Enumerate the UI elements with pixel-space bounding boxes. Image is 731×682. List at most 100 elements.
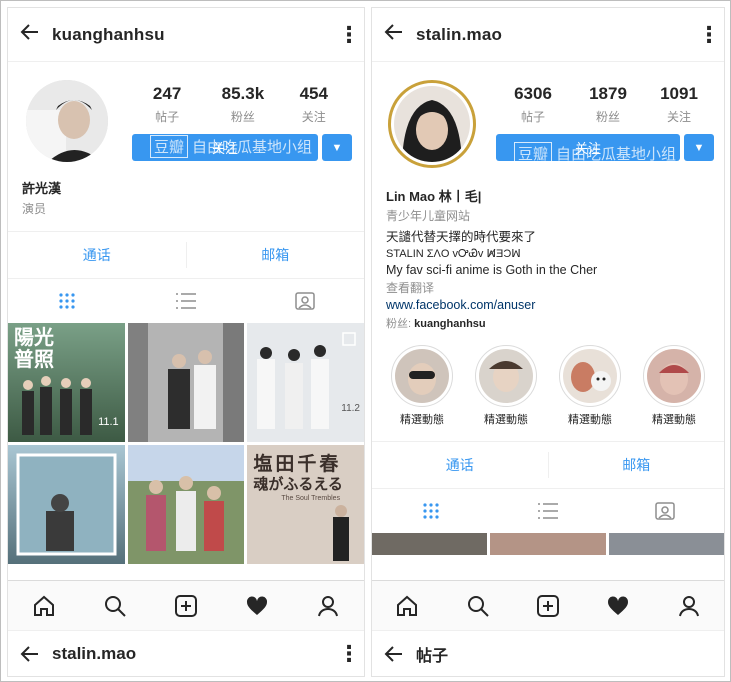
- see-translation-link[interactable]: 查看翻译: [386, 279, 724, 296]
- stat-number: 6306: [514, 84, 552, 103]
- stat-number: 454: [299, 84, 328, 103]
- stats-row: 247 帖子 85.3k 粉丝 454 关注: [128, 84, 348, 125]
- back-arrow-icon[interactable]: [8, 22, 52, 48]
- grid-icon: [59, 293, 75, 309]
- followed-by[interactable]: 粉丝: kuanghanhsu: [386, 315, 724, 331]
- back-arrow-icon[interactable]: [372, 22, 416, 48]
- bottom-nav: [8, 580, 364, 630]
- stat-label: 帖子: [520, 110, 545, 124]
- stat-label: 帖子: [155, 110, 180, 124]
- highlight-caption: 精選動態: [652, 414, 696, 426]
- post-thumbnail[interactable]: [490, 533, 606, 555]
- tab-grid[interactable]: [8, 291, 127, 311]
- poster-date: 11.2: [341, 403, 360, 414]
- stat-number: 85.3k: [221, 84, 265, 103]
- chevron-down-icon: ▼: [693, 141, 705, 154]
- heart-icon[interactable]: [245, 594, 269, 618]
- bio-line: STALIN ΣΛO vᎤᏯv ꟽ̸ƎƆꟽ: [386, 248, 521, 260]
- highlight-item[interactable]: 精選動態: [469, 345, 543, 427]
- more-options-icon[interactable]: ⋮: [694, 22, 724, 48]
- back-arrow-icon[interactable]: [8, 644, 52, 664]
- post-grid: 陽光普照 11.1 11.2 塩田千春 魂がふるえる The Soul Trem…: [8, 323, 364, 564]
- stat-followers[interactable]: 1879 粉丝: [572, 84, 644, 125]
- right-profile-screen: stalin.mao ⋮ 6306 帖子 1879 粉丝 1091 关注 关注 …: [371, 7, 725, 677]
- post-thumbnail[interactable]: [127, 445, 245, 564]
- email-button[interactable]: 邮箱: [549, 455, 725, 475]
- add-post-icon[interactable]: [536, 594, 560, 618]
- follow-label: 关注: [211, 141, 238, 156]
- call-button[interactable]: 通话: [8, 245, 186, 265]
- highlight-item[interactable]: 精選動態: [553, 345, 627, 427]
- avatar[interactable]: [26, 80, 108, 162]
- post-thumbnail[interactable]: [8, 445, 125, 564]
- email-button[interactable]: 邮箱: [187, 245, 365, 265]
- bio-line: 天譴代替天擇的時代要來了: [386, 230, 537, 244]
- suggestions-dropdown-button[interactable]: ▼: [684, 134, 714, 161]
- heart-icon[interactable]: [606, 594, 630, 618]
- more-options-icon[interactable]: ⋮: [334, 641, 364, 667]
- home-icon[interactable]: [395, 594, 419, 618]
- call-button[interactable]: 通话: [372, 455, 548, 475]
- highlight-caption: 精選動態: [568, 414, 612, 426]
- more-options-icon[interactable]: ⋮: [334, 22, 364, 48]
- chevron-down-icon: ▼: [331, 141, 343, 154]
- stat-posts[interactable]: 6306 帖子: [494, 84, 572, 125]
- post-thumbnail[interactable]: [372, 533, 488, 555]
- follow-button[interactable]: 关注: [496, 134, 680, 161]
- bio-line: My fav sci-fi anime is Goth in the Cher: [386, 263, 598, 277]
- website-link[interactable]: www.facebook.com/anuser: [386, 298, 724, 312]
- stat-posts[interactable]: 247 帖子: [128, 84, 206, 125]
- category-label: 演员: [22, 202, 47, 216]
- profile-tabs: [372, 489, 724, 533]
- stat-label: 关注: [301, 110, 326, 124]
- search-icon[interactable]: [466, 594, 490, 618]
- left-profile-screen: kuanghanhsu ⋮ 247 帖子 85.3k 粉丝 454 关注 关注 …: [7, 7, 365, 677]
- stat-number: 1091: [660, 84, 698, 103]
- post-thumbnail[interactable]: [608, 533, 724, 555]
- username-title: kuanghanhsu: [52, 24, 165, 44]
- profile-icon[interactable]: [316, 594, 340, 618]
- tab-grid[interactable]: [372, 501, 489, 521]
- followed-by-prefix: 粉丝:: [386, 318, 412, 330]
- back-arrow-icon[interactable]: [372, 644, 416, 664]
- bio: Lin Mao 林丨毛| 青少年儿童网站 天譴代替天擇的時代要來了 STALIN…: [372, 186, 724, 331]
- page: kuanghanhsu ⋮ 247 帖子 85.3k 粉丝 454 关注 关注 …: [0, 0, 731, 682]
- post-thumbnail[interactable]: 陽光普照 11.1: [8, 323, 125, 442]
- next-screen-topbar: 帖子: [372, 630, 724, 676]
- category-label: 青少年儿童网站: [386, 209, 471, 223]
- tab-list[interactable]: [489, 501, 606, 521]
- follow-button[interactable]: 关注: [132, 134, 318, 161]
- tab-tagged[interactable]: [245, 291, 364, 311]
- stat-following[interactable]: 1091 关注: [644, 84, 714, 125]
- followed-by-user: kuanghanhsu: [414, 318, 486, 330]
- tab-tagged[interactable]: [607, 501, 724, 521]
- search-icon[interactable]: [103, 594, 127, 618]
- profile-tabs: [8, 279, 364, 323]
- grid-icon: [423, 503, 439, 519]
- contact-actions: 通话 邮箱: [372, 441, 724, 489]
- profile-icon[interactable]: [677, 594, 701, 618]
- highlight-item[interactable]: 精選動態: [637, 345, 711, 427]
- story-highlights: 精選動態 精選動態 精選動態 精選動態: [372, 345, 724, 427]
- stat-label: 关注: [666, 110, 691, 124]
- stat-label: 粉丝: [595, 110, 620, 124]
- tagged-person-icon: [294, 292, 315, 310]
- post-thumbnail[interactable]: 11.2: [247, 323, 364, 442]
- bottom-nav: [372, 580, 724, 630]
- highlight-item[interactable]: 精選動態: [385, 345, 459, 427]
- post-thumbnail[interactable]: 塩田千春 魂がふるえる The Soul Trembles: [247, 445, 364, 564]
- add-post-icon[interactable]: [174, 594, 198, 618]
- stat-number: 1879: [589, 84, 627, 103]
- top-bar: kuanghanhsu ⋮: [8, 8, 364, 62]
- screen-title: 帖子: [416, 647, 449, 665]
- stat-following[interactable]: 454 关注: [280, 84, 348, 125]
- highlight-caption: 精選動態: [400, 414, 444, 426]
- tab-list[interactable]: [127, 291, 246, 311]
- post-thumbnail[interactable]: [127, 323, 245, 442]
- list-icon: [537, 503, 558, 519]
- stat-followers[interactable]: 85.3k 粉丝: [206, 84, 279, 125]
- suggestions-dropdown-button[interactable]: ▼: [322, 134, 352, 161]
- avatar[interactable]: [388, 80, 476, 168]
- home-icon[interactable]: [32, 594, 56, 618]
- stat-number: 247: [152, 84, 182, 103]
